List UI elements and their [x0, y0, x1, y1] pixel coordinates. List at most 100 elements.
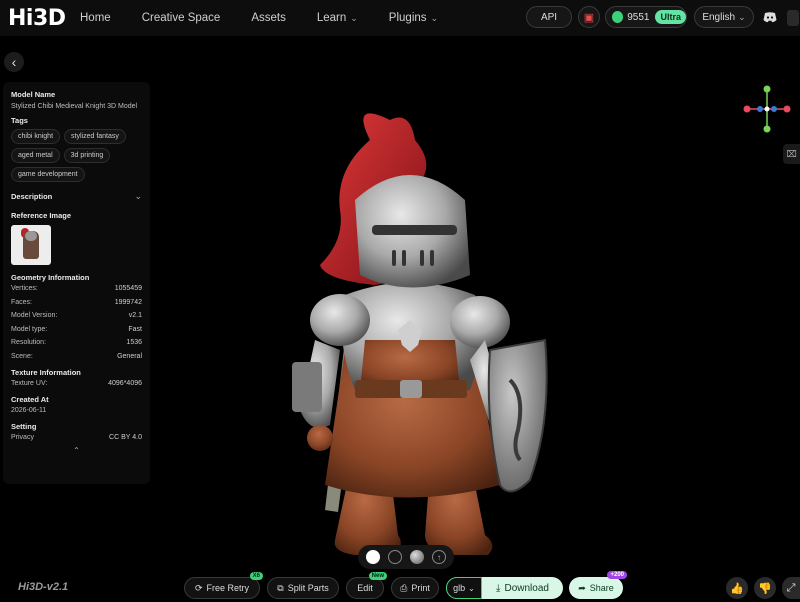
plan-badge: Ultra	[655, 10, 686, 24]
share-button[interactable]: ➦ Share +200	[569, 571, 627, 599]
textured-mode-icon[interactable]	[366, 550, 380, 564]
tag-chip[interactable]: stylized fantasy	[64, 129, 126, 144]
api-button[interactable]: API	[526, 6, 572, 28]
thumbs-down-icon[interactable]: 👎	[754, 577, 776, 599]
geometry-row: Scene: General	[11, 353, 142, 360]
geometry-row: Model Version: v2.1	[11, 312, 142, 319]
language-select[interactable]: English ⌄	[694, 6, 754, 28]
axis-gizmo[interactable]	[742, 84, 792, 134]
belt-buckle-shape	[400, 380, 422, 398]
privacy-label: Privacy	[11, 433, 34, 441]
more-menu-icon[interactable]	[787, 10, 799, 26]
share-icon: ➦	[578, 582, 586, 593]
version-label: Hi3D-v2.1	[18, 581, 69, 593]
wireframe-mode-icon[interactable]	[388, 550, 402, 564]
share-reward-badge: +200	[607, 571, 627, 579]
geometry-label: Vertices:	[11, 285, 38, 292]
texture-title: Texture Information	[11, 367, 81, 377]
setting-title: Setting	[11, 421, 37, 431]
chevron-left-icon: ‹	[11, 54, 17, 70]
chevron-down-icon: ⌄	[738, 11, 746, 22]
tag-chip[interactable]: 3d printing	[63, 148, 111, 163]
top-navigation: Hi3D Home Creative Space Assets Learn ⌄ P…	[0, 0, 800, 36]
geometry-row: Model type: Fast	[11, 326, 142, 333]
edit-label: Edit	[357, 583, 373, 593]
model-name-value: Stylized Chibi Medieval Knight 3D Model	[11, 103, 138, 110]
free-retry-button[interactable]: ⟳ Free Retry X6	[184, 572, 263, 599]
print-button[interactable]: ⎙ Print	[391, 577, 439, 599]
texture-value: 4096*4096	[108, 379, 142, 387]
tag-chip[interactable]: game development	[11, 167, 85, 182]
visor-slit-shape	[372, 225, 457, 235]
printer-icon: ⎙	[400, 582, 408, 593]
privacy-row[interactable]: Privacy CC BY 4.0	[11, 434, 142, 441]
render-mode-switcher: ↑	[358, 545, 454, 569]
thumbs-up-icon[interactable]: 👍	[726, 577, 748, 599]
main-nav: Home Creative Space Assets Learn ⌄ Plugin…	[80, 0, 469, 36]
model-viewer-canvas[interactable]	[160, 40, 760, 580]
nav-learn[interactable]: Learn ⌄	[317, 12, 358, 24]
model-info-panel: Model Name Stylized Chibi Medieval Knigh…	[3, 82, 150, 484]
description-toggle[interactable]: Description ⌄	[11, 191, 142, 202]
texture-row: Texture UV: 4096*4096	[11, 380, 142, 387]
origin-handle	[764, 106, 770, 112]
nav-home-label: Home	[80, 12, 111, 24]
format-value: glb	[453, 583, 466, 593]
geometry-value: Fast	[128, 325, 142, 333]
left-pauldron-shape	[310, 294, 370, 346]
chevron-down-icon: ⌄	[134, 191, 142, 201]
edit-button[interactable]: Edit New	[346, 572, 387, 599]
neg-y-axis-handle	[763, 125, 771, 133]
nav-creative-space[interactable]: Creative Space	[142, 12, 221, 24]
print-label: Print	[411, 583, 430, 593]
collapse-icon[interactable]: ⤢	[782, 577, 800, 599]
geometry-label: Faces:	[11, 298, 33, 306]
language-label: English	[702, 11, 736, 23]
hide-panel-icon[interactable]: ⌧	[783, 144, 800, 164]
nav-home[interactable]: Home	[80, 12, 111, 24]
nav-assets-label: Assets	[251, 12, 286, 24]
geometry-label: Resolution:	[11, 339, 47, 346]
edit-new-badge: New	[368, 572, 387, 580]
credits-display[interactable]: 9551 Ultra	[605, 6, 687, 28]
tag-chip[interactable]: aged metal	[11, 148, 60, 163]
reference-image-title: Reference Image	[11, 211, 72, 220]
format-select[interactable]: glb ⌄	[446, 577, 482, 599]
geometry-row: Vertices: 1055459	[11, 285, 142, 292]
nav-assets[interactable]: Assets	[251, 12, 286, 24]
geometry-label: Model type:	[11, 325, 48, 333]
back-button[interactable]: ‹	[4, 52, 24, 72]
nav-learn-label: Learn	[316, 12, 347, 24]
nav-plugins-label: Plugins	[388, 12, 427, 24]
download-label: Download	[504, 582, 549, 594]
download-group: glb ⌄ ⤓ Download	[446, 577, 563, 599]
hi3d-logo[interactable]: Hi3D	[8, 6, 66, 31]
left-fist-shape	[307, 425, 333, 451]
y-axis-handle	[763, 85, 771, 93]
geometry-label: Scene:	[11, 352, 33, 360]
reference-image-thumbnail[interactable]	[11, 225, 51, 265]
tags-list: chibi knight stylized fantasy aged metal…	[11, 129, 147, 182]
split-parts-button[interactable]: ⧉ Split Parts	[267, 577, 339, 599]
knight-model-render	[292, 113, 548, 555]
ref-helmet-shape	[25, 231, 37, 241]
geometry-title: Geometry Information	[11, 273, 90, 282]
nav-creative-space-label: Creative Space	[141, 12, 221, 24]
gift-icon[interactable]: ▣	[578, 6, 600, 28]
download-button[interactable]: ⤓ Download	[482, 583, 563, 594]
chevron-up-icon[interactable]: ⌃	[11, 446, 142, 455]
split-icon: ⧉	[277, 582, 284, 593]
free-retry-badge: X6	[249, 572, 263, 580]
right-pauldron-shape	[450, 296, 510, 348]
geometry-value: 1999742	[114, 298, 142, 306]
created-date: 2026-06-11	[11, 406, 47, 414]
upload-icon[interactable]: ↑	[432, 550, 446, 564]
split-parts-label: Split Parts	[287, 583, 329, 593]
nav-plugins[interactable]: Plugins ⌄	[389, 12, 438, 24]
chevron-down-icon: ⌄	[430, 12, 439, 23]
shaded-mode-icon[interactable]	[410, 550, 424, 564]
credits-value: 9551	[627, 11, 650, 23]
tag-chip[interactable]: chibi knight	[11, 129, 61, 144]
discord-icon[interactable]	[760, 6, 780, 28]
texture-label: Texture UV:	[11, 379, 48, 387]
